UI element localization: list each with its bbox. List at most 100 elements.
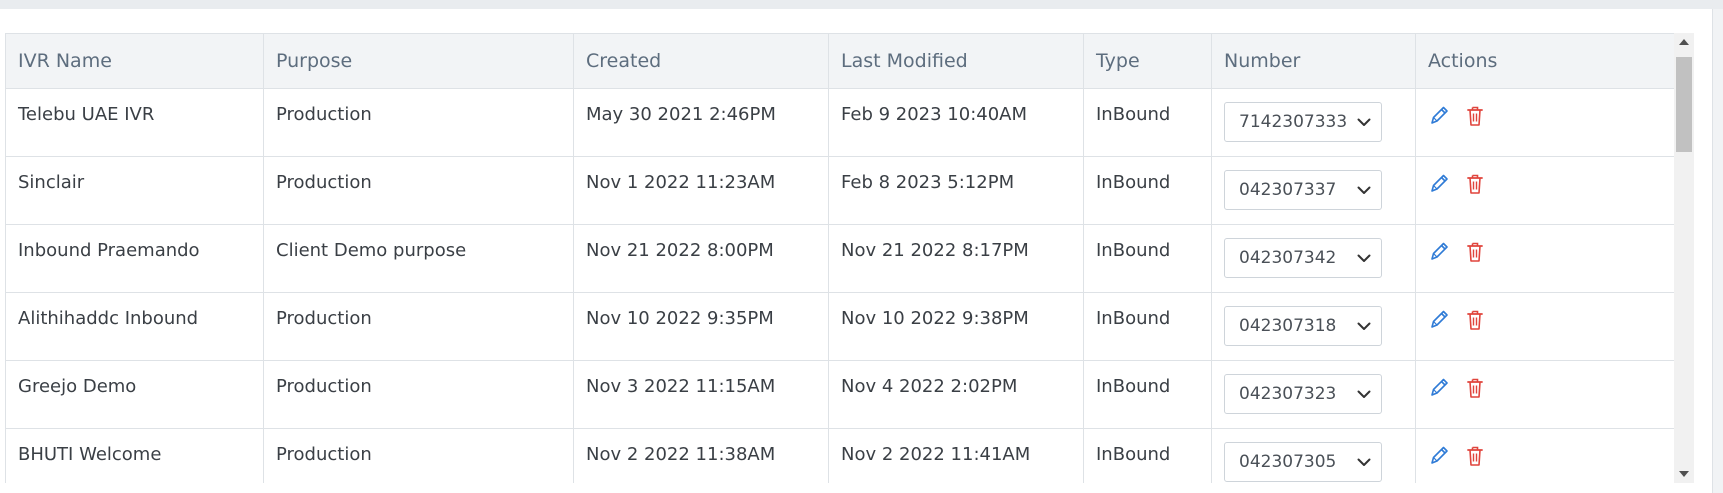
cell-purpose: Client Demo purpose bbox=[263, 224, 574, 293]
column-header-purpose[interactable]: Purpose bbox=[263, 33, 574, 89]
pencil-icon[interactable] bbox=[1428, 104, 1450, 128]
number-select-value: 042307342 bbox=[1239, 248, 1337, 268]
cell-created: May 30 2021 2:46PM bbox=[573, 88, 829, 157]
chevron-down-icon bbox=[1357, 322, 1371, 330]
row-actions bbox=[1428, 240, 1674, 264]
cell-ivr-name: Greejo Demo bbox=[5, 360, 264, 429]
scroll-up-arrow-icon[interactable] bbox=[1674, 33, 1694, 51]
trash-icon[interactable] bbox=[1464, 240, 1486, 264]
cell-purpose: Production bbox=[263, 360, 574, 429]
table-row[interactable]: Telebu UAE IVR Production May 30 2021 2:… bbox=[5, 88, 1675, 157]
column-header-type[interactable]: Type bbox=[1083, 33, 1212, 89]
cell-actions bbox=[1415, 428, 1675, 483]
top-bar bbox=[0, 0, 1723, 9]
column-header-number[interactable]: Number bbox=[1211, 33, 1416, 89]
number-select[interactable]: 042307342 bbox=[1224, 238, 1382, 278]
number-select-value: 7142307333 bbox=[1239, 112, 1348, 132]
cell-number: 042307337 bbox=[1211, 156, 1416, 225]
number-select[interactable]: 042307305 bbox=[1224, 442, 1382, 482]
number-select[interactable]: 042307337 bbox=[1224, 170, 1382, 210]
cell-last-modified: Feb 8 2023 5:12PM bbox=[828, 156, 1084, 225]
table-row[interactable]: Sinclair Production Nov 1 2022 11:23AM F… bbox=[5, 156, 1675, 225]
trash-icon[interactable] bbox=[1464, 104, 1486, 128]
cell-created: Nov 2 2022 11:38AM bbox=[573, 428, 829, 483]
trash-icon[interactable] bbox=[1464, 172, 1486, 196]
cell-number: 042307318 bbox=[1211, 292, 1416, 361]
cell-ivr-name: Inbound Praemando bbox=[5, 224, 264, 293]
number-select-value: 042307318 bbox=[1239, 316, 1337, 336]
chevron-down-icon bbox=[1357, 458, 1371, 466]
row-actions bbox=[1428, 104, 1674, 128]
number-select[interactable]: 042307323 bbox=[1224, 374, 1382, 414]
column-header-created[interactable]: Created bbox=[573, 33, 829, 89]
scroll-down-arrow-icon[interactable] bbox=[1674, 465, 1694, 483]
column-header-actions: Actions bbox=[1415, 33, 1675, 89]
cell-type: InBound bbox=[1083, 88, 1212, 157]
cell-purpose: Production bbox=[263, 156, 574, 225]
cell-number: 042307342 bbox=[1211, 224, 1416, 293]
cell-created: Nov 1 2022 11:23AM bbox=[573, 156, 829, 225]
number-select[interactable]: 7142307333 bbox=[1224, 102, 1382, 142]
cell-created: Nov 10 2022 9:35PM bbox=[573, 292, 829, 361]
chevron-down-icon bbox=[1357, 254, 1371, 262]
cell-ivr-name: BHUTI Welcome bbox=[5, 428, 264, 483]
row-actions bbox=[1428, 376, 1674, 400]
cell-number: 042307305 bbox=[1211, 428, 1416, 483]
row-actions bbox=[1428, 308, 1674, 332]
cell-ivr-name: Sinclair bbox=[5, 156, 264, 225]
trash-icon[interactable] bbox=[1464, 376, 1486, 400]
cell-actions bbox=[1415, 88, 1675, 157]
number-select-value: 042307323 bbox=[1239, 384, 1337, 404]
cell-last-modified: Nov 21 2022 8:17PM bbox=[828, 224, 1084, 293]
pencil-icon[interactable] bbox=[1428, 308, 1450, 332]
cell-type: InBound bbox=[1083, 360, 1212, 429]
cell-actions bbox=[1415, 156, 1675, 225]
page-edge bbox=[1712, 9, 1723, 493]
ivr-table-container: IVR Name Purpose Created Last Modified T… bbox=[5, 33, 1694, 483]
cell-purpose: Production bbox=[263, 428, 574, 483]
cell-type: InBound bbox=[1083, 428, 1212, 483]
trash-icon[interactable] bbox=[1464, 444, 1486, 468]
cell-type: InBound bbox=[1083, 224, 1212, 293]
header-row: IVR Name Purpose Created Last Modified T… bbox=[5, 33, 1675, 89]
scroll-thumb[interactable] bbox=[1676, 57, 1692, 152]
column-header-ivr-name[interactable]: IVR Name bbox=[5, 33, 264, 89]
ivr-table: IVR Name Purpose Created Last Modified T… bbox=[5, 33, 1675, 483]
table-header: IVR Name Purpose Created Last Modified T… bbox=[5, 33, 1675, 89]
table-row[interactable]: BHUTI Welcome Production Nov 2 2022 11:3… bbox=[5, 428, 1675, 483]
pencil-icon[interactable] bbox=[1428, 240, 1450, 264]
cell-number: 042307323 bbox=[1211, 360, 1416, 429]
table-row[interactable]: Greejo Demo Production Nov 3 2022 11:15A… bbox=[5, 360, 1675, 429]
vertical-scrollbar[interactable] bbox=[1674, 33, 1694, 483]
cell-last-modified: Nov 4 2022 2:02PM bbox=[828, 360, 1084, 429]
column-header-last-modified[interactable]: Last Modified bbox=[828, 33, 1084, 89]
cell-type: InBound bbox=[1083, 156, 1212, 225]
table-body: Telebu UAE IVR Production May 30 2021 2:… bbox=[5, 88, 1675, 483]
trash-icon[interactable] bbox=[1464, 308, 1486, 332]
cell-last-modified: Nov 2 2022 11:41AM bbox=[828, 428, 1084, 483]
chevron-down-icon bbox=[1357, 390, 1371, 398]
number-select-value: 042307337 bbox=[1239, 180, 1337, 200]
cell-ivr-name: Telebu UAE IVR bbox=[5, 88, 264, 157]
cell-created: Nov 21 2022 8:00PM bbox=[573, 224, 829, 293]
pencil-icon[interactable] bbox=[1428, 376, 1450, 400]
cell-last-modified: Nov 10 2022 9:38PM bbox=[828, 292, 1084, 361]
cell-actions bbox=[1415, 224, 1675, 293]
cell-type: InBound bbox=[1083, 292, 1212, 361]
cell-purpose: Production bbox=[263, 88, 574, 157]
cell-ivr-name: Alithihaddc Inbound bbox=[5, 292, 264, 361]
chevron-down-icon bbox=[1357, 186, 1371, 194]
pencil-icon[interactable] bbox=[1428, 444, 1450, 468]
pencil-icon[interactable] bbox=[1428, 172, 1450, 196]
row-actions bbox=[1428, 172, 1674, 196]
table-row[interactable]: Inbound Praemando Client Demo purpose No… bbox=[5, 224, 1675, 293]
cell-actions bbox=[1415, 292, 1675, 361]
cell-actions bbox=[1415, 360, 1675, 429]
number-select[interactable]: 042307318 bbox=[1224, 306, 1382, 346]
cell-purpose: Production bbox=[263, 292, 574, 361]
cell-last-modified: Feb 9 2023 10:40AM bbox=[828, 88, 1084, 157]
number-select-value: 042307305 bbox=[1239, 452, 1337, 472]
cell-number: 7142307333 bbox=[1211, 88, 1416, 157]
table-row[interactable]: Alithihaddc Inbound Production Nov 10 20… bbox=[5, 292, 1675, 361]
chevron-down-icon bbox=[1357, 118, 1371, 126]
